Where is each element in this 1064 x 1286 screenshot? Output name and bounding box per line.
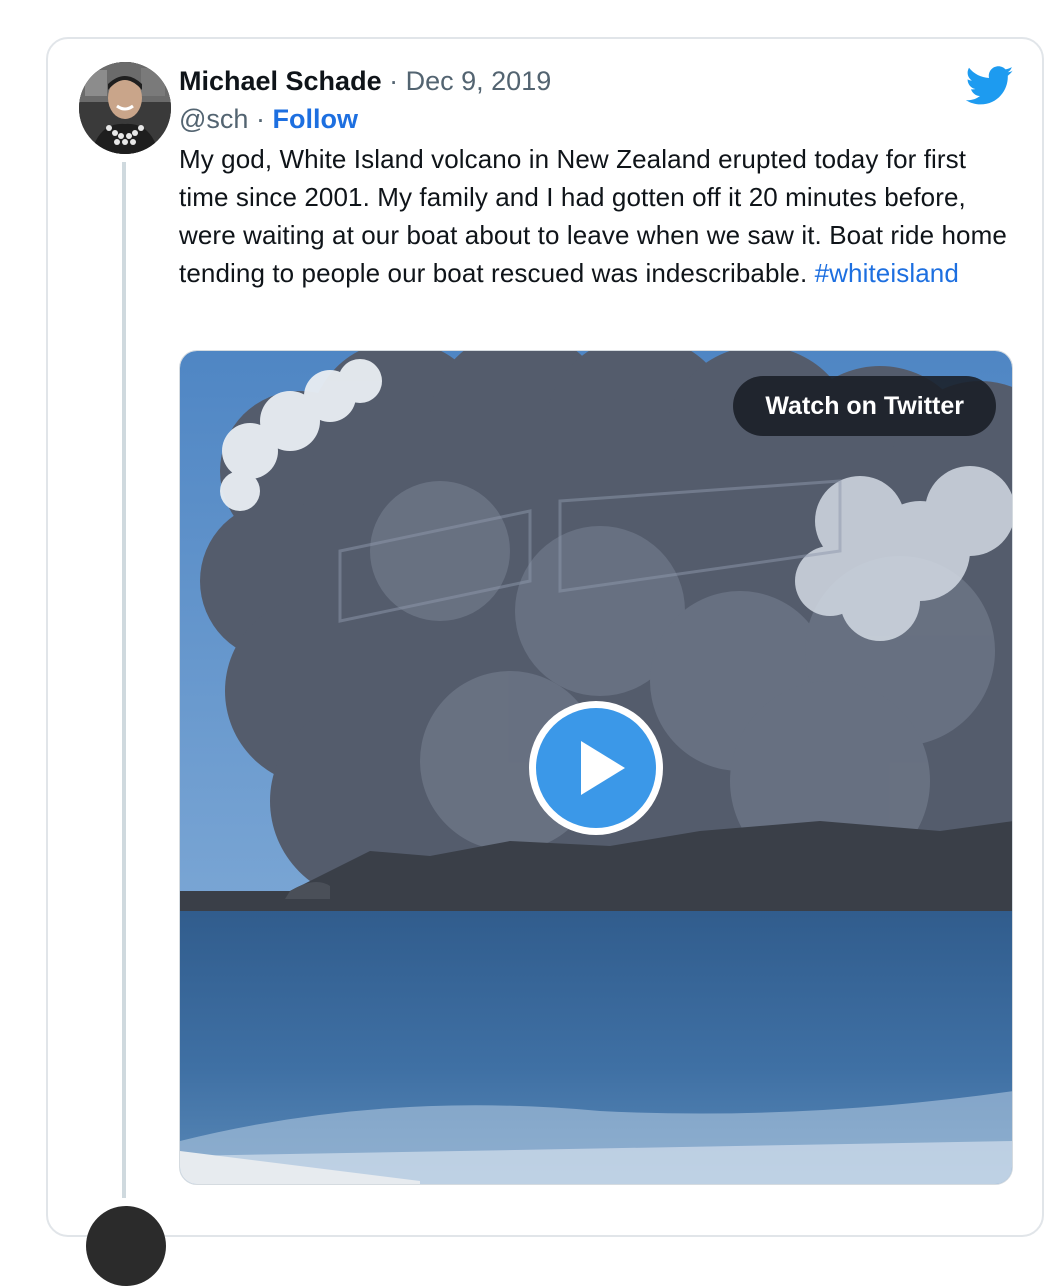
author-handle[interactable]: @sch <box>179 104 248 134</box>
handle-separator: · <box>255 104 265 134</box>
header-separator: · <box>389 66 399 96</box>
watch-on-twitter-button[interactable]: Watch on Twitter <box>733 376 996 436</box>
tweet-text: My god, White Island volcano in New Zeal… <box>179 140 1019 292</box>
play-icon <box>581 741 625 795</box>
video-thumbnail[interactable]: Watch on Twitter <box>179 350 1013 1185</box>
thread-line <box>122 162 126 1198</box>
author-name[interactable]: Michael Schade <box>179 66 382 96</box>
tweet-date[interactable]: Dec 9, 2019 <box>406 66 552 96</box>
twitter-bird-icon[interactable] <box>965 66 1014 106</box>
play-button[interactable] <box>529 701 663 835</box>
reply-author-avatar[interactable] <box>86 1206 166 1286</box>
tweet-header: Michael Schade · Dec 9, 2019 <box>179 64 551 98</box>
hashtag-link[interactable]: #whiteisland <box>815 258 959 288</box>
author-avatar[interactable] <box>79 62 171 154</box>
follow-link[interactable]: Follow <box>272 104 357 134</box>
handle-row: @sch · Follow <box>179 102 358 136</box>
